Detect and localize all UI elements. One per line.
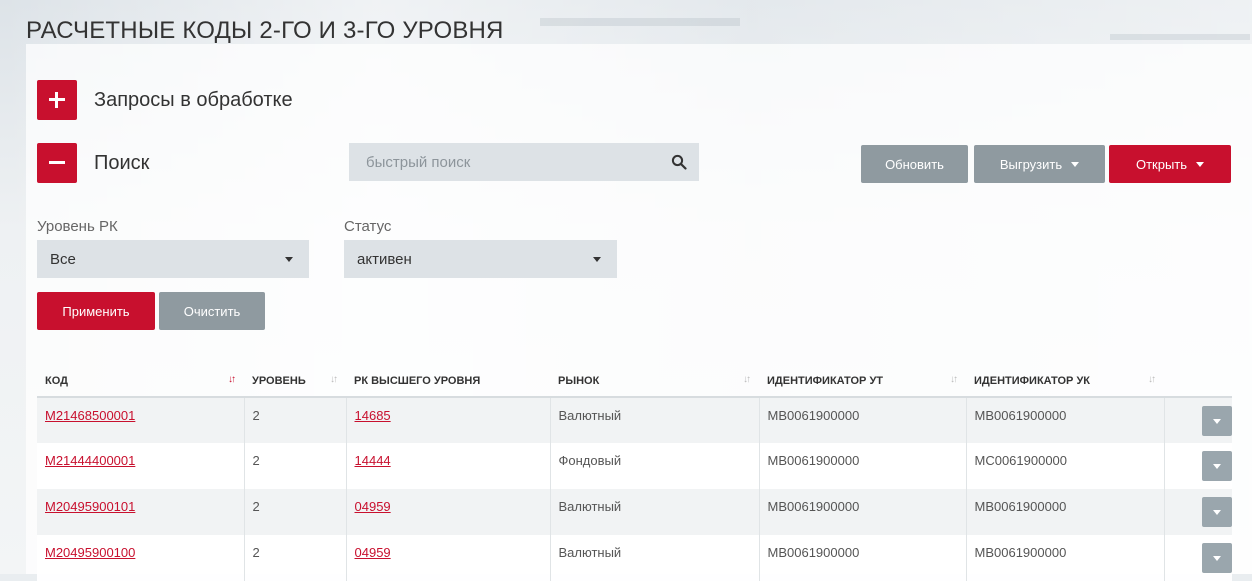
- ut-id-cell: MB0061900000: [758, 397, 966, 443]
- level-cell: 2: [243, 535, 346, 581]
- uk-id-cell: MB0061900000: [965, 489, 1164, 535]
- uk-id-cell: MB0061900000: [965, 397, 1164, 443]
- chevron-down-icon: [1213, 419, 1221, 424]
- code-link[interactable]: M20495900100: [45, 545, 135, 560]
- column-header-level[interactable]: УРОВЕНЬ ↓↑: [244, 366, 346, 398]
- column-header-label: ИДЕНТИФИКАТОР УТ: [767, 375, 884, 387]
- table-row: M20495900101 2 04959 Валютный MB00619000…: [37, 489, 1232, 535]
- level-filter-value: Все: [50, 251, 76, 268]
- row-actions-button[interactable]: [1202, 543, 1232, 573]
- column-header-label: УРОВЕНЬ: [252, 375, 306, 387]
- search-icon[interactable]: [671, 154, 687, 175]
- code-link[interactable]: M20495900101: [45, 499, 135, 514]
- collapse-search-button[interactable]: [37, 143, 77, 183]
- column-header-code[interactable]: КОД ↓↑: [37, 366, 244, 398]
- chevron-down-icon: [285, 257, 293, 262]
- market-cell: Валютный: [549, 397, 759, 443]
- export-button[interactable]: Выгрузить: [974, 145, 1105, 183]
- column-header-ut[interactable]: ИДЕНТИФИКАТОР УТ ↓↑: [759, 366, 966, 398]
- refresh-button[interactable]: Обновить: [861, 145, 968, 183]
- column-header-parent[interactable]: РК ВЫСШЕГО УРОВНЯ: [346, 366, 550, 398]
- market-cell: Валютный: [549, 489, 759, 535]
- clear-button[interactable]: Очистить: [159, 292, 265, 330]
- table-row: M21468500001 2 14685 Валютный MB00619000…: [37, 397, 1232, 443]
- column-header-label: РЫНОК: [558, 375, 600, 387]
- table-header-row: КОД ↓↑ УРОВЕНЬ ↓↑ РК ВЫСШЕГО УРОВНЯ РЫНОК ↓…: [37, 366, 1232, 398]
- table-row: M21444400001 2 14444 Фондовый MB00619000…: [37, 443, 1232, 489]
- column-header-label: РК ВЫСШЕГО УРОВНЯ: [354, 375, 481, 387]
- quick-search-input[interactable]: [349, 143, 666, 181]
- parent-code-link[interactable]: 04959: [355, 499, 391, 514]
- chevron-down-icon: [1071, 161, 1080, 167]
- ut-id-cell: MB0061900000: [758, 489, 966, 535]
- row-actions-button[interactable]: [1202, 451, 1232, 481]
- uk-id-cell: MC0061900000: [965, 443, 1164, 489]
- ut-id-cell: MB0061900000: [758, 535, 966, 581]
- parent-code-link[interactable]: 14685: [355, 408, 391, 423]
- parent-code-link[interactable]: 14444: [355, 453, 391, 468]
- expand-requests-button[interactable]: [37, 80, 77, 120]
- level-cell: 2: [243, 489, 346, 535]
- export-button-label: Выгрузить: [999, 156, 1063, 172]
- level-filter-select[interactable]: Все: [37, 240, 309, 278]
- apply-button[interactable]: Применить: [37, 292, 155, 330]
- market-cell: Фондовый: [549, 443, 759, 489]
- chevron-down-icon: [1196, 161, 1205, 167]
- row-actions-button[interactable]: [1202, 406, 1232, 436]
- codes-table: КОД ↓↑ УРОВЕНЬ ↓↑ РК ВЫСШЕГО УРОВНЯ РЫНОК ↓…: [37, 366, 1232, 581]
- chevron-down-icon: [1213, 510, 1221, 515]
- column-header-label: ИДЕНТИФИКАТОР УК: [974, 375, 1091, 387]
- code-link[interactable]: M21468500001: [45, 408, 135, 423]
- level-cell: 2: [243, 397, 346, 443]
- status-filter-select[interactable]: активен: [344, 240, 617, 278]
- apply-button-label: Применить: [62, 303, 130, 319]
- sort-icon[interactable]: ↓↑: [950, 374, 958, 385]
- uk-id-cell: MB0061900000: [965, 535, 1164, 581]
- open-button[interactable]: Открыть: [1109, 145, 1231, 183]
- sort-icon[interactable]: ↓↑: [1148, 374, 1156, 385]
- clear-button-label: Очистить: [183, 303, 241, 319]
- page-title: РАСЧЕТНЫЕ КОДЫ 2-ГО И 3-ГО УРОВНЯ: [26, 17, 504, 44]
- level-cell: 2: [243, 443, 346, 489]
- refresh-button-label: Обновить: [885, 156, 944, 172]
- status-filter-value: активен: [357, 251, 412, 268]
- sort-icon[interactable]: ↓↑: [743, 374, 751, 385]
- requests-section-label[interactable]: Запросы в обработке: [94, 89, 293, 112]
- level-filter-label: Уровень РК: [37, 218, 118, 235]
- chevron-down-icon: [1213, 556, 1221, 561]
- column-header-actions: [1164, 366, 1232, 398]
- quick-search-box: [349, 143, 699, 181]
- code-link[interactable]: M21444400001: [45, 453, 135, 468]
- row-actions-button[interactable]: [1202, 497, 1232, 527]
- column-header-market[interactable]: РЫНОК ↓↑: [550, 366, 759, 398]
- parent-code-link[interactable]: 04959: [355, 545, 391, 560]
- chevron-down-icon: [593, 257, 601, 262]
- table-row: M20495900100 2 04959 Валютный MB00619000…: [37, 535, 1232, 581]
- market-cell: Валютный: [549, 535, 759, 581]
- ut-id-cell: MB0061900000: [758, 443, 966, 489]
- search-section-label[interactable]: Поиск: [94, 152, 149, 175]
- sort-icon[interactable]: ↓↑: [330, 374, 338, 385]
- column-header-uk[interactable]: ИДЕНТИФИКАТОР УК ↓↑: [966, 366, 1164, 398]
- column-header-label: КОД: [45, 375, 68, 387]
- status-filter-label: Статус: [344, 218, 392, 235]
- open-button-label: Открыть: [1135, 156, 1188, 172]
- chevron-down-icon: [1213, 464, 1221, 469]
- sort-icon[interactable]: ↓↑: [228, 374, 236, 385]
